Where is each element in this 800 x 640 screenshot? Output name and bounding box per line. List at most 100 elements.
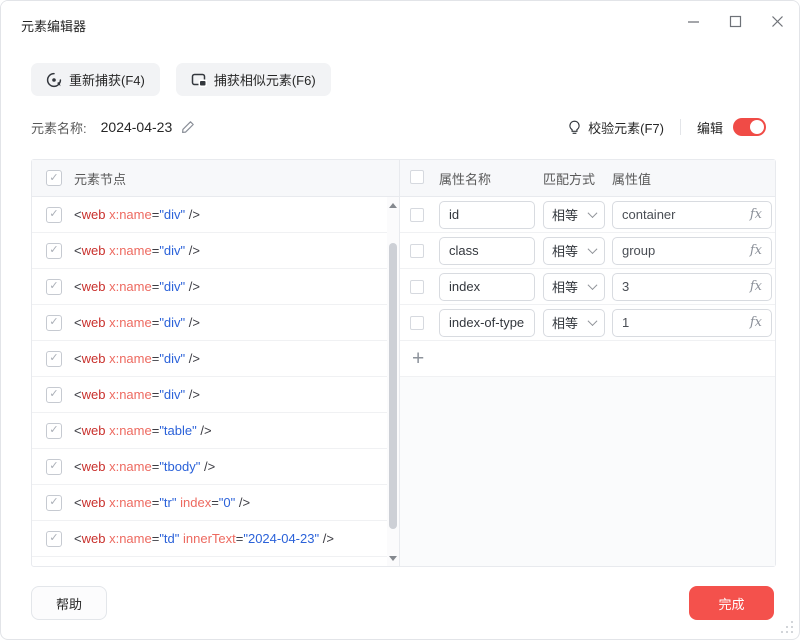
vertical-divider: [679, 119, 681, 135]
attribute-name-input[interactable]: class: [439, 236, 535, 265]
fx-icon[interactable]: fx: [750, 315, 762, 330]
node-panel-header: 元素节点: [32, 160, 399, 197]
attribute-checkbox[interactable]: [410, 315, 424, 330]
fx-icon[interactable]: fx: [750, 243, 762, 258]
node-row[interactable]: <web x:name="div" />: [32, 377, 387, 413]
attribute-panel: 属性名称 匹配方式 属性值 id 相等 container fx class 相等 grou…: [400, 160, 775, 566]
titlebar: 元素编辑器: [1, 1, 799, 45]
node-checkbox[interactable]: [46, 458, 62, 475]
edit-toggle[interactable]: [733, 118, 766, 136]
node-panel-title: 元素节点: [74, 171, 127, 187]
verify-element-label: 校验元素(F7): [588, 120, 664, 136]
attribute-row: index-of-type 相等 1 fx: [400, 305, 775, 341]
match-type-select[interactable]: 相等: [543, 200, 605, 229]
node-checkbox[interactable]: [46, 386, 62, 403]
edit-name-button[interactable]: [181, 120, 195, 134]
node-code: <web x:name="tbody" />: [74, 459, 216, 474]
verify-element-button[interactable]: 校验元素(F7): [567, 118, 664, 137]
attribute-value-header: 属性值: [612, 171, 652, 187]
attribute-name-input[interactable]: index: [439, 272, 535, 301]
match-type-select[interactable]: 相等: [543, 308, 605, 337]
node-row[interactable]: <web x:name="tr" index="0" />: [32, 485, 387, 521]
node-code: <web x:name="div" />: [74, 279, 200, 294]
node-code: <web x:name="div" />: [74, 207, 200, 222]
node-row[interactable]: <web x:name="tbody" />: [32, 449, 387, 485]
close-icon: [771, 15, 783, 27]
recapture-button[interactable]: 重新捕获(F4): [31, 63, 160, 96]
element-name-row: 元素名称: 2024-04-23: [31, 113, 195, 141]
select-all-nodes-checkbox[interactable]: [46, 170, 62, 186]
node-panel: 元素节点 <web x:name="div" /><web x:name="di…: [32, 160, 400, 566]
node-checkbox[interactable]: [46, 530, 62, 547]
attribute-value-input[interactable]: group fx: [612, 236, 772, 265]
node-code: <web x:name="tr" index="0" />: [74, 495, 251, 510]
select-all-attributes-checkbox[interactable]: [410, 169, 424, 184]
scrollbar-up-arrow[interactable]: [387, 199, 399, 211]
capture-similar-button[interactable]: 捕获相似元素(F6): [175, 63, 331, 96]
capture-similar-label: 捕获相似元素(F6): [213, 73, 316, 88]
attribute-value-input[interactable]: 1 fx: [612, 308, 772, 337]
node-row[interactable]: <web x:name="div" />: [32, 197, 387, 233]
attribute-checkbox[interactable]: [410, 207, 424, 222]
help-button[interactable]: 帮助: [31, 586, 107, 620]
chevron-down-icon: [587, 280, 598, 291]
close-button[interactable]: [769, 13, 785, 29]
node-row[interactable]: <web x:name="table" />: [32, 413, 387, 449]
node-row[interactable]: <web x:name="div" />: [32, 305, 387, 341]
attribute-value-input[interactable]: 3 fx: [612, 272, 772, 301]
maximize-button[interactable]: [727, 13, 743, 29]
add-attribute-button[interactable]: +: [412, 348, 424, 369]
node-checkbox[interactable]: [46, 494, 62, 511]
lightbulb-icon: [567, 120, 582, 135]
node-checkbox[interactable]: [46, 206, 62, 223]
attribute-name-header: 属性名称: [439, 171, 492, 187]
main-panels: 元素节点 <web x:name="div" /><web x:name="di…: [31, 159, 776, 567]
recapture-label: 重新捕获(F4): [69, 73, 145, 88]
node-checkbox[interactable]: [46, 314, 62, 331]
done-button[interactable]: 完成: [689, 586, 774, 620]
attribute-name-input[interactable]: index-of-type: [439, 308, 535, 337]
match-type-select[interactable]: 相等: [543, 272, 605, 301]
toggle-knob: [750, 120, 764, 134]
scrollbar-thumb[interactable]: [389, 243, 397, 529]
chevron-down-icon: [587, 316, 598, 327]
pencil-icon: [182, 121, 195, 133]
node-checkbox[interactable]: [46, 242, 62, 259]
minimize-button[interactable]: [685, 13, 701, 29]
element-editor-window: 元素编辑器 重新捕获(F4) 捕获相似元素(F6) 元素名称: 2024-04-…: [0, 0, 800, 640]
node-checkbox[interactable]: [46, 278, 62, 295]
node-code: <web x:name="table" />: [74, 423, 212, 438]
node-code: <web x:name="div" />: [74, 243, 200, 258]
node-code: <web x:name="div" />: [74, 387, 200, 402]
attribute-checkbox[interactable]: [410, 243, 424, 258]
add-attribute-row: +: [400, 341, 775, 377]
window-title: 元素编辑器: [21, 19, 87, 34]
node-checkbox[interactable]: [46, 422, 62, 439]
capture-similar-icon: [191, 72, 207, 88]
fx-icon[interactable]: fx: [750, 207, 762, 222]
node-row[interactable]: <web x:name="div" />: [32, 341, 387, 377]
attribute-name-input[interactable]: id: [439, 200, 535, 229]
element-name-label: 元素名称:: [31, 120, 87, 136]
node-list: <web x:name="div" /> <web x:name="div" />…: [32, 197, 387, 566]
maximize-icon: [729, 15, 741, 27]
recapture-icon: [46, 72, 62, 88]
node-code: <web x:name="td" innerText="2024-04-23" …: [74, 531, 334, 546]
toolbar: 重新捕获(F4) 捕获相似元素(F6): [31, 63, 331, 96]
scrollbar-down-arrow[interactable]: [387, 552, 399, 564]
resize-grip[interactable]: [779, 619, 795, 635]
attribute-row: index 相等 3 fx: [400, 269, 775, 305]
node-row[interactable]: <web x:name="td" innerText="2024-04-23" …: [32, 521, 387, 557]
attribute-value-input[interactable]: container fx: [612, 200, 772, 229]
node-checkbox[interactable]: [46, 350, 62, 367]
match-type-select[interactable]: 相等: [543, 236, 605, 265]
fx-icon[interactable]: fx: [750, 279, 762, 294]
node-row[interactable]: <web x:name="div" />: [32, 233, 387, 269]
node-row[interactable]: <web x:name="div" />: [32, 269, 387, 305]
node-list-scrollbar[interactable]: [387, 197, 399, 566]
match-type-header: 匹配方式: [543, 171, 596, 187]
node-code: <web x:name="div" />: [74, 315, 200, 330]
attribute-checkbox[interactable]: [410, 279, 424, 294]
resize-grip-icon: [781, 621, 793, 633]
minimize-icon: [687, 20, 699, 23]
